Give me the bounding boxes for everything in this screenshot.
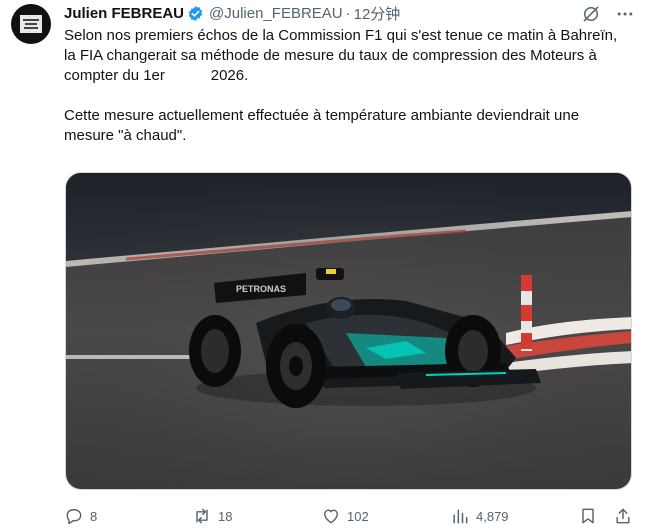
- like-icon: [324, 509, 338, 524]
- author-handle[interactable]: @Julien_FEBREAU: [209, 5, 343, 22]
- tweet-actions: 8 18 102 4,879: [64, 506, 636, 528]
- timestamp[interactable]: 12分钟: [354, 3, 401, 24]
- author-avatar[interactable]: [11, 4, 51, 44]
- tweet-top-actions: [581, 4, 635, 24]
- views-count: 4,879: [476, 508, 509, 524]
- tweet-text: Selon nos premiers échos de la Commissio…: [64, 27, 618, 144]
- bookmark-button[interactable]: [578, 506, 598, 526]
- views-icon: [453, 509, 468, 524]
- like-count: 102: [347, 508, 369, 524]
- separator-dot: ·: [345, 4, 351, 22]
- views-button[interactable]: 4,879: [450, 506, 509, 526]
- grok-icon[interactable]: [581, 4, 601, 24]
- car-livery-text: PETRONAS: [236, 284, 286, 294]
- share-button[interactable]: [613, 506, 633, 526]
- bookmark-icon: [582, 508, 594, 524]
- avatar-logo: [20, 15, 42, 33]
- more-icon[interactable]: [615, 4, 635, 24]
- f1-car-photo: PETRONAS: [66, 173, 631, 489]
- repost-button[interactable]: 18: [192, 506, 232, 526]
- repost-icon: [196, 508, 208, 524]
- reply-button[interactable]: 8: [64, 506, 97, 526]
- like-button[interactable]: 102: [321, 506, 369, 526]
- verified-badge-icon: [188, 5, 203, 21]
- tweet-header: Julien FEBREAU @Julien_FEBREAU · 12分钟: [64, 3, 400, 23]
- share-icon: [616, 508, 630, 524]
- tweet-image[interactable]: PETRONAS: [65, 172, 632, 490]
- reply-icon: [66, 509, 82, 525]
- reply-count: 8: [90, 508, 98, 524]
- repost-count: 18: [218, 508, 233, 524]
- bollard: [521, 275, 532, 351]
- author-name[interactable]: Julien FEBREAU: [64, 5, 184, 22]
